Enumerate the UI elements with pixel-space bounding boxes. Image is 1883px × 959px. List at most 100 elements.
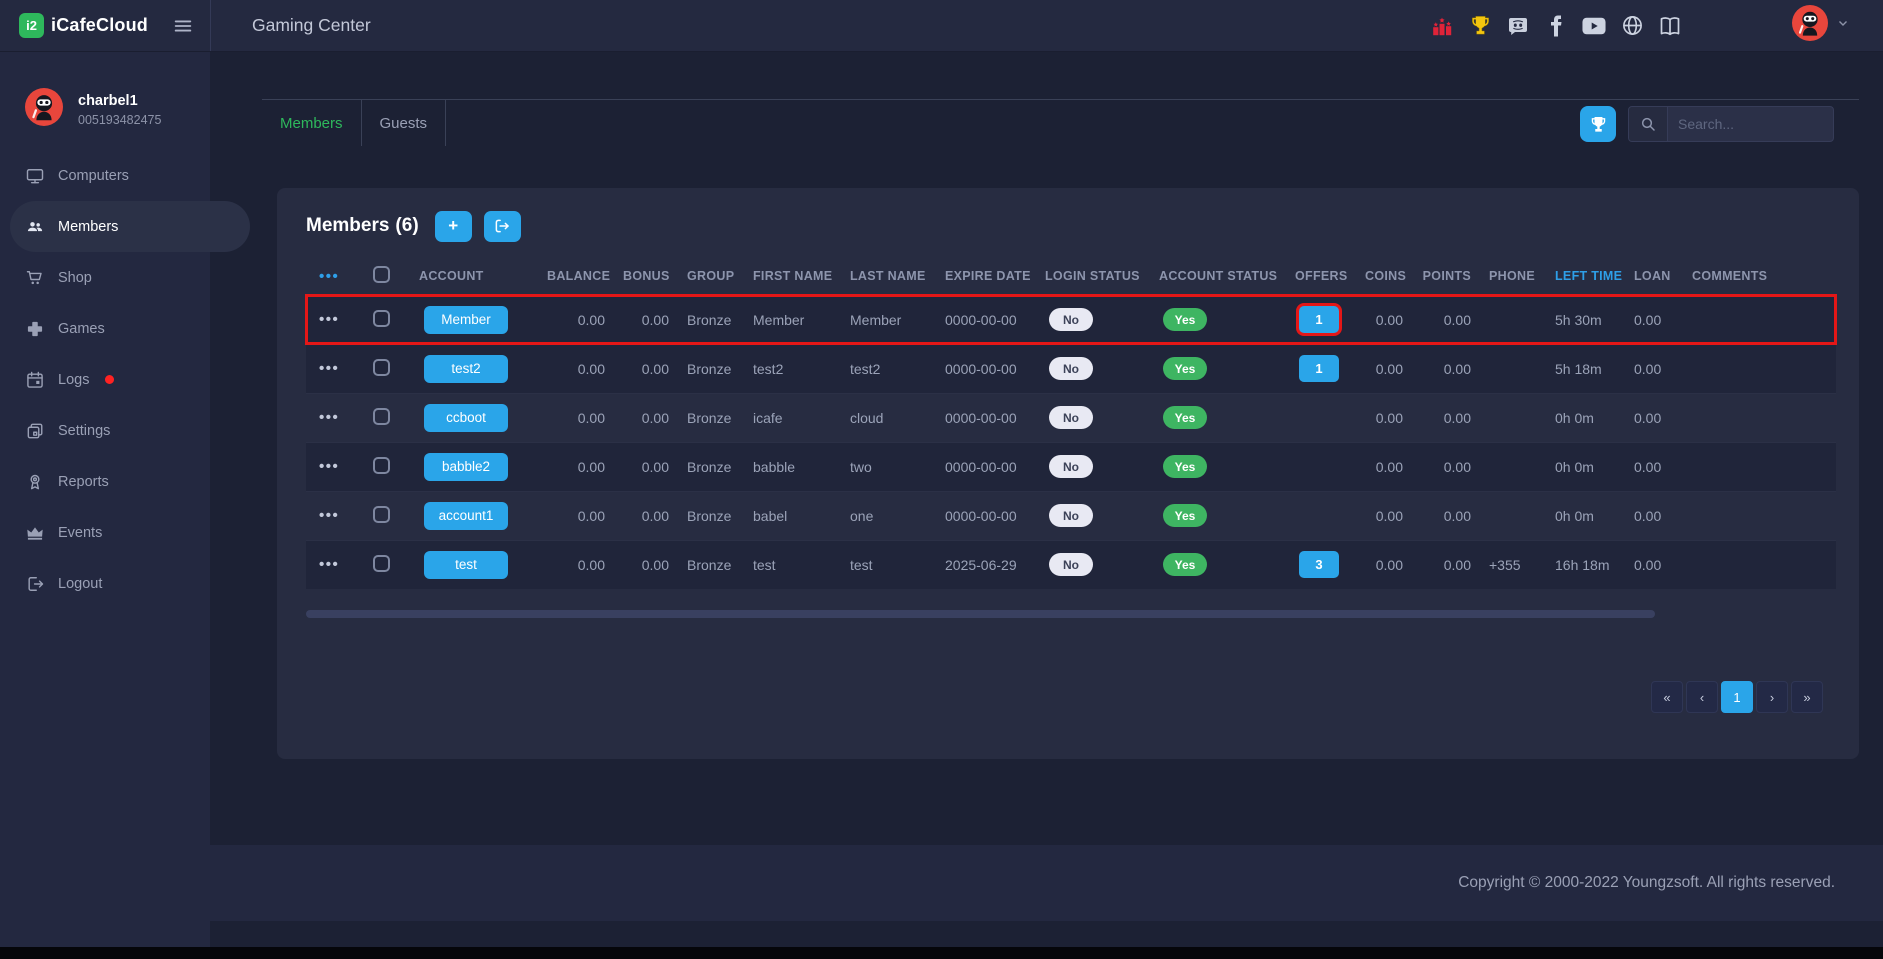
pagination-first-button[interactable]: « — [1651, 681, 1683, 713]
row-checkbox[interactable] — [373, 506, 390, 523]
login-status-badge: No — [1049, 553, 1093, 576]
left-time-cell: 16h 18m — [1549, 540, 1628, 589]
row-checkbox[interactable] — [373, 555, 390, 572]
facebook-icon[interactable] — [1544, 14, 1568, 38]
expire-date-cell: 0000-00-00 — [939, 393, 1039, 442]
col-header-coins[interactable]: COINS — [1359, 258, 1415, 295]
sidebar-item-games[interactable]: Games — [0, 303, 250, 354]
logo-icon: i2 — [19, 13, 44, 38]
account-button[interactable]: babble2 — [424, 453, 508, 481]
loan-cell: 0.00 — [1628, 491, 1686, 540]
tab-members[interactable]: Members — [262, 100, 362, 146]
app-logo[interactable]: i2 iCafeCloud — [19, 13, 148, 38]
row-checkbox[interactable] — [373, 457, 390, 474]
pagination-prev-button[interactable]: ‹ — [1686, 681, 1718, 713]
export-button[interactable] — [484, 211, 521, 242]
youtube-icon[interactable] — [1582, 14, 1606, 38]
group-cell: Bronze — [681, 344, 747, 393]
pagination-page-1-button[interactable]: 1 — [1721, 681, 1753, 713]
tournament-icon[interactable] — [1468, 14, 1492, 38]
sidebar-item-label: Events — [58, 525, 102, 541]
app-root: i2 iCafeCloud Gaming Center — [0, 0, 1883, 959]
col-header-expire-date[interactable]: EXPIRE DATE — [939, 258, 1039, 295]
pagination-next-button[interactable]: › — [1756, 681, 1788, 713]
leaderboard-icon[interactable] — [1430, 14, 1454, 38]
discord-icon[interactable] — [1506, 14, 1530, 38]
copyright-text: Copyright © 2000-2022 Youngzsoft. All ri… — [1458, 874, 1835, 892]
guide-icon[interactable] — [1658, 14, 1682, 38]
login-status-badge: No — [1049, 308, 1093, 331]
sidebar-item-computers[interactable]: Computers — [0, 150, 250, 201]
sidebar-item-reports[interactable]: Reports — [0, 456, 250, 507]
website-icon[interactable] — [1620, 14, 1644, 38]
columns-menu-icon[interactable]: ••• — [312, 268, 339, 285]
sidebar-item-members[interactable]: Members — [10, 201, 250, 252]
account-button[interactable]: Member — [424, 306, 508, 334]
account-button[interactable]: test2 — [424, 355, 508, 383]
col-header-group[interactable]: GROUP — [681, 258, 747, 295]
col-header-bonus[interactable]: BONUS — [617, 258, 681, 295]
left-time-cell: 0h 0m — [1549, 442, 1628, 491]
col-header-account-status[interactable]: ACCOUNT STATUS — [1153, 258, 1289, 295]
computers-icon — [25, 166, 45, 186]
sidebar-user[interactable]: charbel1 005193482475 — [0, 52, 210, 131]
tournament-button[interactable] — [1580, 106, 1616, 142]
left-time-cell: 0h 0m — [1549, 491, 1628, 540]
col-header-comments[interactable]: COMMENTS — [1686, 258, 1836, 295]
col-header-left-time[interactable]: LEFT TIME — [1549, 258, 1628, 295]
offers-button[interactable]: 3 — [1299, 551, 1339, 578]
loan-cell: 0.00 — [1628, 344, 1686, 393]
coins-cell: 0.00 — [1359, 344, 1415, 393]
add-member-button[interactable]: + — [435, 211, 472, 242]
menu-icon[interactable] — [172, 15, 194, 37]
col-header-phone[interactable]: PHONE — [1483, 258, 1549, 295]
search-icon[interactable] — [1629, 107, 1668, 141]
phone-cell — [1483, 442, 1549, 491]
offers-button[interactable]: 1 — [1299, 355, 1339, 382]
row-checkbox[interactable] — [373, 310, 390, 327]
shop-icon — [25, 268, 45, 288]
col-header-login-status[interactable]: LOGIN STATUS — [1039, 258, 1153, 295]
account-button[interactable]: test — [424, 551, 508, 579]
search-input[interactable] — [1668, 107, 1833, 141]
col-header-last-name[interactable]: LAST NAME — [844, 258, 939, 295]
comments-cell — [1686, 540, 1836, 589]
comments-cell — [1686, 393, 1836, 442]
row-actions-icon[interactable]: ••• — [312, 311, 339, 328]
account-button[interactable]: ccboot — [424, 404, 508, 432]
phone-cell — [1483, 393, 1549, 442]
col-header-loan[interactable]: LOAN — [1628, 258, 1686, 295]
user-name: charbel1 — [78, 93, 161, 109]
select-all-checkbox[interactable] — [373, 266, 390, 283]
first-name-cell: test2 — [747, 344, 844, 393]
col-header-first-name[interactable]: FIRST NAME — [747, 258, 844, 295]
comments-cell — [1686, 491, 1836, 540]
col-header-account[interactable]: ACCOUNT — [413, 258, 541, 295]
row-checkbox[interactable] — [373, 408, 390, 425]
sidebar-item-logout[interactable]: Logout — [0, 558, 250, 609]
sidebar-item-shop[interactable]: Shop — [0, 252, 250, 303]
sidebar-item-settings[interactable]: Settings — [0, 405, 250, 456]
account-button[interactable]: account1 — [424, 502, 508, 530]
sidebar-item-label: Shop — [58, 270, 92, 286]
col-header-offers[interactable]: OFFERS — [1289, 258, 1359, 295]
row-actions-icon[interactable]: ••• — [312, 458, 339, 475]
row-checkbox[interactable] — [373, 359, 390, 376]
col-header-balance[interactable]: BALANCE — [541, 258, 617, 295]
sidebar-item-logs[interactable]: Logs — [0, 354, 250, 405]
group-cell: Bronze — [681, 491, 747, 540]
pagination-last-button[interactable]: » — [1791, 681, 1823, 713]
user-menu[interactable] — [1792, 5, 1850, 46]
row-actions-icon[interactable]: ••• — [312, 507, 339, 524]
table-row: ••• ccboot 0.00 0.00 Bronze icafe cloud … — [306, 393, 1836, 442]
offers-button[interactable]: 1 — [1299, 306, 1339, 333]
logs-icon — [25, 370, 45, 390]
user-id: 005193482475 — [78, 113, 161, 127]
horizontal-scrollbar-thumb[interactable] — [306, 610, 1655, 618]
row-actions-icon[interactable]: ••• — [312, 360, 339, 377]
row-actions-icon[interactable]: ••• — [312, 556, 339, 573]
tab-guests[interactable]: Guests — [362, 100, 447, 146]
col-header-points[interactable]: POINTS — [1415, 258, 1483, 295]
row-actions-icon[interactable]: ••• — [312, 409, 339, 426]
sidebar-item-events[interactable]: Events — [0, 507, 250, 558]
